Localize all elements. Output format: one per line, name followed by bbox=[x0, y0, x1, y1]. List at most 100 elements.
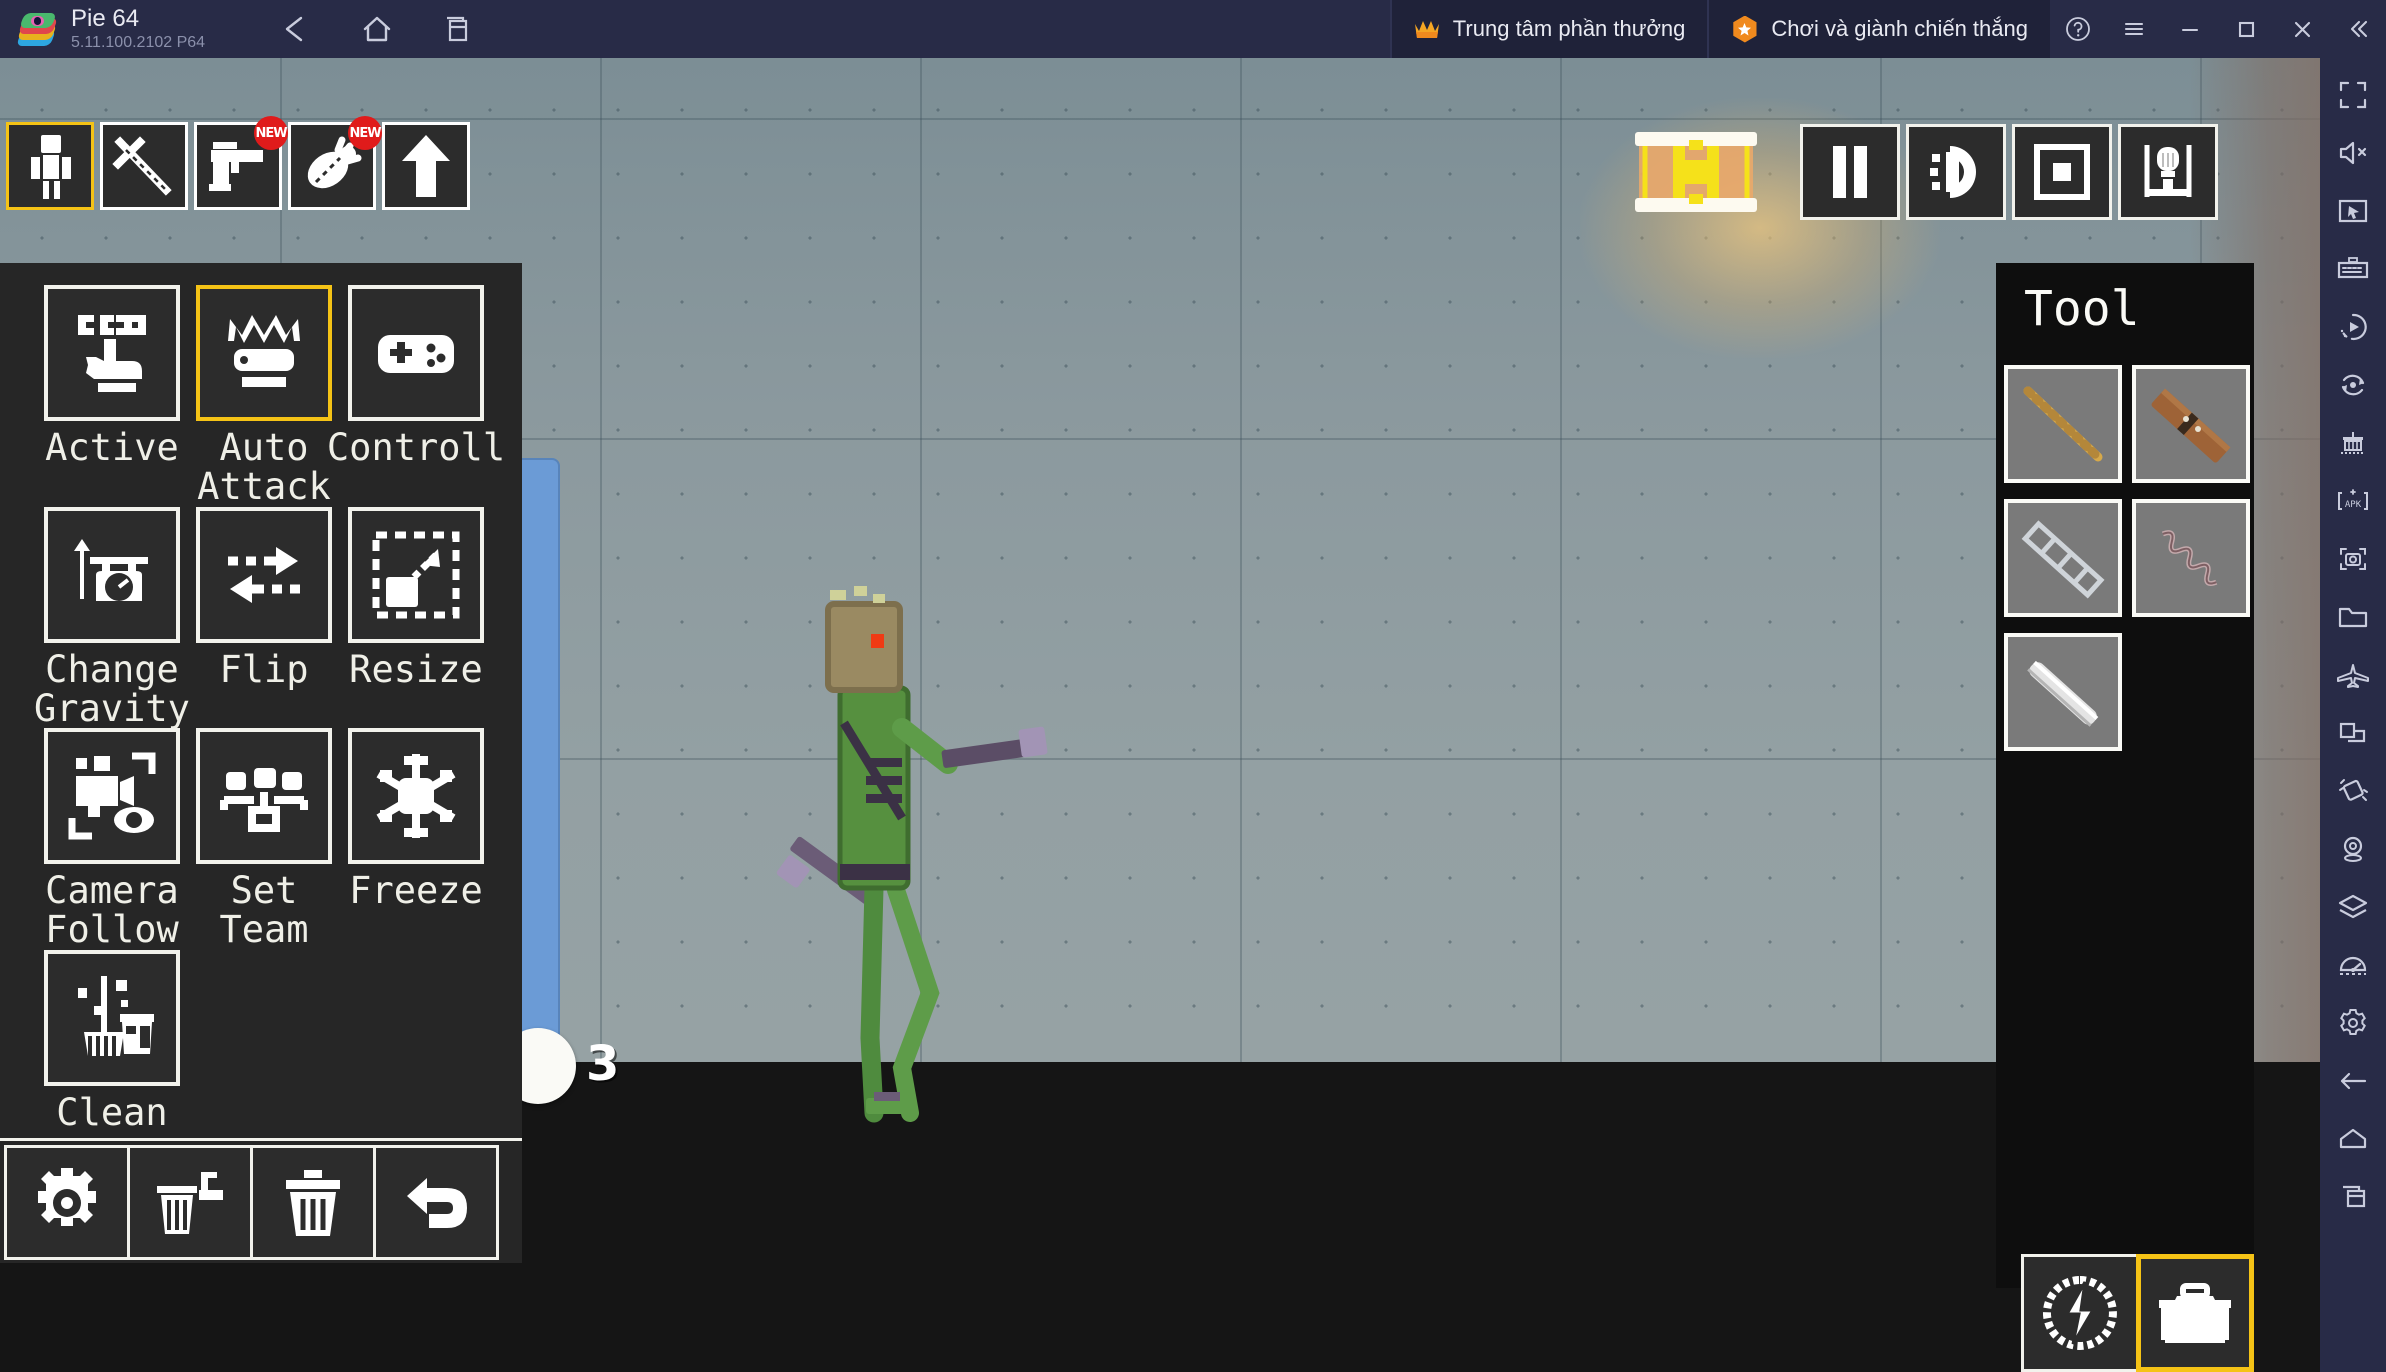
frame-icon[interactable] bbox=[2012, 124, 2112, 220]
active-label: Active bbox=[45, 426, 179, 469]
auto-attack-label: Auto Attack bbox=[197, 426, 331, 508]
maximize-icon[interactable] bbox=[2218, 0, 2274, 58]
collapse-sidebar-icon[interactable] bbox=[2330, 0, 2386, 58]
multi-instance-sync-icon[interactable] bbox=[2327, 414, 2379, 472]
controll-label: Controll bbox=[326, 426, 506, 469]
bluestacks-sidebar: APK bbox=[2320, 58, 2386, 1372]
trash-icon[interactable] bbox=[250, 1145, 376, 1260]
folder-icon[interactable] bbox=[2327, 588, 2379, 646]
app-version: 5.11.100.2102 P64 bbox=[71, 34, 206, 52]
shake-icon[interactable] bbox=[2327, 762, 2379, 820]
reward-center-button[interactable]: Trung tâm phần thưởng bbox=[1389, 0, 1708, 58]
pause-icon[interactable] bbox=[1800, 124, 1900, 220]
lightning-circle-icon[interactable] bbox=[2021, 1254, 2139, 1372]
star-icon bbox=[1733, 15, 1757, 43]
location-icon[interactable] bbox=[2327, 820, 2379, 878]
undo-icon[interactable] bbox=[373, 1145, 499, 1260]
close-icon[interactable] bbox=[2274, 0, 2330, 58]
install-apk-icon[interactable]: APK bbox=[2327, 472, 2379, 530]
ragdoll-options-panel: Active Auto Attack Controll Change Gravi… bbox=[0, 263, 522, 1263]
freeze-button[interactable]: Freeze bbox=[340, 728, 492, 950]
titlebar-nav bbox=[277, 9, 477, 49]
lightbulb-icon[interactable] bbox=[2118, 124, 2218, 220]
resize-window-icon[interactable] bbox=[2327, 704, 2379, 762]
resize-button[interactable]: Resize bbox=[340, 506, 492, 729]
category-toolbar: NEW NEW bbox=[6, 116, 470, 210]
help-icon[interactable] bbox=[2050, 0, 2106, 58]
game-viewport[interactable]: 3 NEW NEW Active Auto Attack Controll Ch… bbox=[0, 58, 2320, 1372]
snowflake-icon[interactable] bbox=[348, 728, 484, 865]
macro-record-icon[interactable] bbox=[2327, 298, 2379, 356]
flip-label: Flip bbox=[219, 647, 309, 691]
change-gravity-label: Change Gravity bbox=[34, 647, 190, 730]
home-icon[interactable] bbox=[357, 9, 397, 49]
performance-icon[interactable] bbox=[2327, 936, 2379, 994]
layers-icon[interactable] bbox=[2327, 878, 2379, 936]
ragdoll-character[interactable] bbox=[770, 568, 1070, 1128]
screenshot-icon[interactable] bbox=[2327, 530, 2379, 588]
fullscreen-icon[interactable] bbox=[2327, 66, 2379, 124]
play-and-win-label: Chơi và giành chiến thắng bbox=[1771, 16, 2028, 41]
gear-icon[interactable] bbox=[4, 1145, 130, 1260]
cursor-icon[interactable] bbox=[2327, 182, 2379, 240]
trash-add-icon[interactable] bbox=[127, 1145, 253, 1260]
gamepad-icon[interactable] bbox=[348, 285, 484, 421]
back-arrow-icon[interactable] bbox=[2327, 1052, 2379, 1110]
camera-follow-button[interactable]: Camera Follow bbox=[36, 728, 188, 950]
gravity-icon[interactable] bbox=[44, 506, 180, 643]
slowmo-icon[interactable] bbox=[1906, 124, 2006, 220]
tool-spring[interactable] bbox=[2132, 499, 2250, 617]
app-title: Pie 64 bbox=[71, 4, 140, 32]
controll-button[interactable]: Controll bbox=[327, 285, 505, 507]
flip-arrows-icon[interactable] bbox=[196, 506, 332, 643]
clean-button[interactable]: Clean bbox=[36, 950, 188, 1133]
mode-toggle-group bbox=[2021, 1254, 2254, 1372]
promo-area: Trung tâm phần thưởng Chơi và giành chiế… bbox=[1389, 0, 2050, 58]
human-category-icon[interactable] bbox=[6, 122, 94, 210]
menu-icon[interactable] bbox=[2106, 0, 2162, 58]
play-and-win-button[interactable]: Chơi và giành chiến thắng bbox=[1707, 0, 2050, 58]
mute-icon[interactable] bbox=[2327, 124, 2379, 182]
auto-attack-button[interactable]: Auto Attack bbox=[188, 285, 340, 507]
tool-rope[interactable] bbox=[2004, 365, 2122, 483]
app-title-block: Pie 64 5.11.100.2102 P64 bbox=[71, 4, 206, 53]
toolbox-icon[interactable] bbox=[2136, 1254, 2254, 1372]
gun-category-icon[interactable]: NEW bbox=[194, 116, 288, 210]
explosive-category-icon[interactable]: NEW bbox=[288, 116, 382, 210]
svg-text:APK: APK bbox=[2345, 500, 2362, 510]
playback-controls bbox=[1800, 124, 2218, 220]
pointing-hand-icon[interactable] bbox=[44, 285, 180, 421]
melee-category-icon[interactable] bbox=[100, 122, 188, 210]
set-team-label: Set Team bbox=[219, 869, 309, 952]
resize-box-icon[interactable] bbox=[348, 506, 484, 643]
saw-crown-icon[interactable] bbox=[196, 285, 332, 421]
multi-instance-icon[interactable] bbox=[437, 9, 477, 49]
new-badge: NEW bbox=[254, 116, 288, 150]
set-team-button[interactable]: Set Team bbox=[188, 728, 340, 950]
settings-gear-icon[interactable] bbox=[2327, 994, 2379, 1052]
team-icon[interactable] bbox=[196, 728, 332, 865]
rotate-icon[interactable] bbox=[2327, 356, 2379, 414]
broom-icon[interactable] bbox=[44, 950, 180, 1087]
flip-button[interactable]: Flip bbox=[188, 506, 340, 729]
arrow-category-icon[interactable] bbox=[382, 122, 470, 210]
app-window: Pie 64 5.11.100.2102 P64 Trung tâm phần … bbox=[0, 0, 2386, 1372]
back-icon[interactable] bbox=[277, 9, 317, 49]
camera-eye-icon[interactable] bbox=[44, 728, 180, 865]
recents-icon[interactable] bbox=[2327, 1168, 2379, 1226]
reward-center-label: Trung tâm phần thưởng bbox=[1452, 16, 1686, 41]
minimize-icon[interactable] bbox=[2162, 0, 2218, 58]
tool-metal-rod[interactable] bbox=[2004, 633, 2122, 751]
airplane-icon[interactable] bbox=[2327, 646, 2379, 704]
panel-bottom-actions bbox=[0, 1138, 522, 1263]
freeze-label: Freeze bbox=[349, 869, 483, 913]
treasure-chest-button[interactable] bbox=[1625, 124, 1767, 220]
tool-chain[interactable] bbox=[2004, 499, 2122, 617]
titlebar: Pie 64 5.11.100.2102 P64 Trung tâm phần … bbox=[0, 0, 2386, 58]
options-grid: Active Auto Attack Controll Change Gravi… bbox=[0, 263, 522, 1133]
home-nav-icon[interactable] bbox=[2327, 1110, 2379, 1168]
active-button[interactable]: Active bbox=[36, 285, 188, 507]
change-gravity-button[interactable]: Change Gravity bbox=[34, 506, 190, 730]
keyboard-icon[interactable] bbox=[2327, 240, 2379, 298]
tool-wood-plank[interactable] bbox=[2132, 365, 2250, 483]
